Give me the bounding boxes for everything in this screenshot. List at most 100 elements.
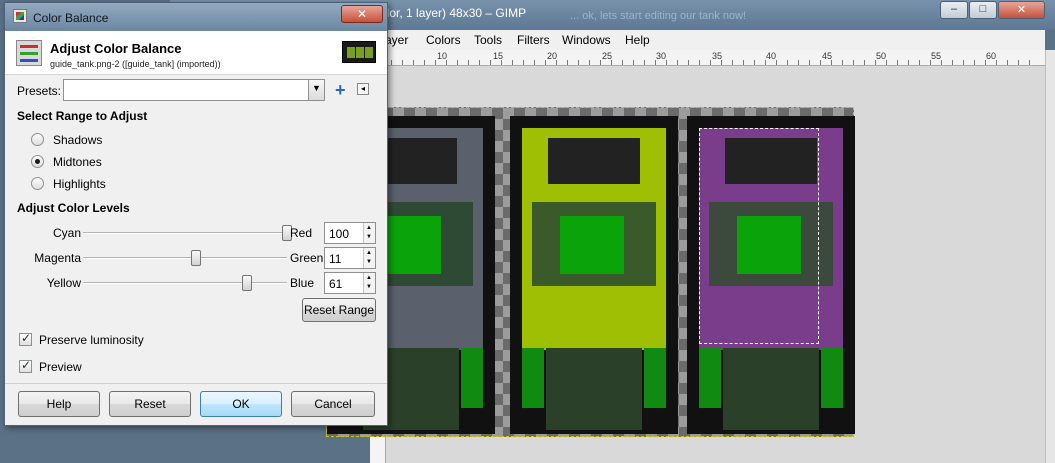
dialog-close-button[interactable]: ✕ [341,5,383,23]
horizontal-ruler[interactable]: 10 15 20 25 30 35 40 45 50 55 60 [385,50,1045,66]
ruler-tick [754,60,755,65]
cancel-button[interactable]: Cancel [291,391,375,417]
radio-button[interactable] [31,133,44,146]
ruler-tick [831,60,832,65]
spin-buttons[interactable]: ▲ ▼ [363,223,375,243]
gimp-maximize-button[interactable]: □ [969,1,997,19]
slider-handle[interactable] [191,250,202,266]
radio-label: Midtones [53,155,102,169]
ruler-tick [765,60,766,65]
ruler-tick [941,60,942,65]
green-value-input[interactable]: 11 ▲ ▼ [324,247,376,269]
ruler-tick [479,60,480,65]
ruler-label: 40 [766,51,777,61]
image-canvas[interactable] [326,107,855,437]
ruler-tick [721,60,722,65]
ruler-tick [699,60,700,65]
help-button[interactable]: Help [18,391,100,417]
ruler-tick [534,60,535,65]
presets-combo[interactable]: ▼ [63,79,325,101]
ruler-tick [501,60,502,65]
level-right-label: Green [290,251,324,265]
gimp-close-button[interactable]: ✕ [998,1,1045,19]
level-left-label: Cyan [52,226,81,240]
yellow-blue-slider[interactable] [83,275,287,291]
checkbox-label: Preview [39,360,82,374]
checkbox-label: Preserve luminosity [39,333,144,347]
color-balance-icon [13,9,27,23]
ruler-tick [600,60,601,65]
dialog-header: Adjust Color Balance guide_tank.png-2 ([… [5,31,387,75]
tank-track [461,348,483,408]
ruler-tick [1007,60,1008,65]
chevron-up-icon: ▲ [366,275,372,281]
ruler-tick [864,60,865,65]
tank-track [821,348,843,408]
checkbox[interactable] [19,358,32,373]
add-preset-icon[interactable]: + [335,81,346,99]
ruler-tick [688,60,689,65]
ruler-tick [919,60,920,65]
ok-button[interactable]: OK [200,391,282,417]
ruler-tick [875,60,876,65]
dialog-titlebar[interactable]: Color Balance ✕ [5,3,387,31]
menu-layer[interactable]: ayer [385,33,408,47]
ruler-tick [468,60,469,65]
chevron-down-icon: ▼ [312,83,321,93]
level-left-label: Magenta [34,251,81,265]
ruler-tick [886,60,887,65]
tank-crown [548,138,640,184]
ruler-tick [655,60,656,65]
menu-colors[interactable]: Colors [426,33,461,47]
presets-label: Presets: [17,84,62,98]
red-value-input[interactable]: 100 ▲ ▼ [324,222,376,244]
selection-outline [699,128,819,344]
menu-filters[interactable]: Filters [517,33,550,47]
ruler-label: 55 [931,51,942,61]
preset-menu-icon[interactable]: ◂ [357,83,369,95]
ruler-tick [556,60,557,65]
menu-windows[interactable]: Windows [562,33,611,47]
chevron-down-icon: ▼ [366,234,372,240]
maximize-icon: □ [979,3,987,15]
gimp-window-title: olor, 1 layer) 48x30 – GIMP [380,6,527,20]
ruler-tick [413,60,414,65]
ruler-tick [622,60,623,65]
ruler-tick [512,60,513,65]
ruler-tick [963,60,964,65]
checkbox[interactable] [19,331,32,346]
ruler-tick [391,60,392,65]
ruler-tick [787,60,788,65]
blue-value-input[interactable]: 61 ▲ ▼ [324,272,376,294]
radio-button[interactable] [31,177,44,190]
spin-buttons[interactable]: ▲ ▼ [363,248,375,268]
ruler-tick [589,60,590,65]
menu-tools[interactable]: Tools [474,33,502,47]
presets-dropdown-button[interactable]: ▼ [308,80,324,100]
reset-range-button[interactable]: Reset Range [302,298,376,322]
chevron-up-icon: ▲ [366,225,372,231]
ruler-tick [996,60,997,65]
color-balance-dialog: Color Balance ✕ Adjust Color Balance gui… [4,2,388,426]
cyan-red-slider[interactable] [83,225,292,241]
ruler-tick [743,60,744,65]
menu-help[interactable]: Help [625,33,650,47]
level-right-label: Blue [290,276,315,290]
ruler-tick [523,60,524,65]
slider-handle[interactable] [242,275,253,291]
tank-base [546,348,642,430]
vertical-scrollbar[interactable] [1045,50,1055,463]
spin-buttons[interactable]: ▲ ▼ [363,273,375,293]
header-subtitle: guide_tank.png-2 ([guide_tank] (imported… [50,59,221,69]
image-thumbnail [342,41,376,63]
gimp-minimize-button[interactable]: – [940,1,968,19]
radio-button[interactable] [31,155,44,168]
ruler-label: 30 [656,51,667,61]
ruler-tick [446,60,447,65]
level-row-yellow-blue: Yellow Blue 61 ▲ ▼ [5,272,387,294]
magenta-green-slider[interactable] [83,250,287,266]
level-left-label: Yellow [46,276,81,290]
ruler-tick [633,60,634,65]
ruler-tick [666,60,667,65]
reset-button[interactable]: Reset [109,391,191,417]
